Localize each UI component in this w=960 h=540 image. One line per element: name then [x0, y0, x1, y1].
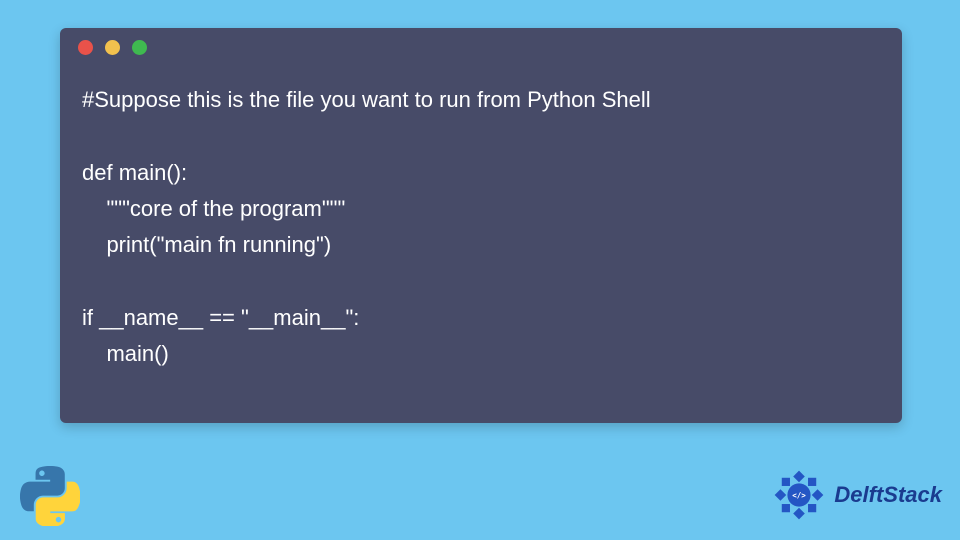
delftstack-emblem-icon: </>: [770, 466, 828, 524]
minimize-dot-icon: [105, 40, 120, 55]
maximize-dot-icon: [132, 40, 147, 55]
close-dot-icon: [78, 40, 93, 55]
delftstack-logo: </> DelftStack: [770, 466, 942, 524]
svg-text:</>: </>: [793, 491, 807, 500]
python-logo-icon: [20, 466, 80, 526]
delftstack-brand-text: DelftStack: [834, 482, 942, 508]
code-content: #Suppose this is the file you want to ru…: [60, 66, 902, 394]
code-window: #Suppose this is the file you want to ru…: [60, 28, 902, 423]
window-titlebar: [60, 28, 902, 66]
